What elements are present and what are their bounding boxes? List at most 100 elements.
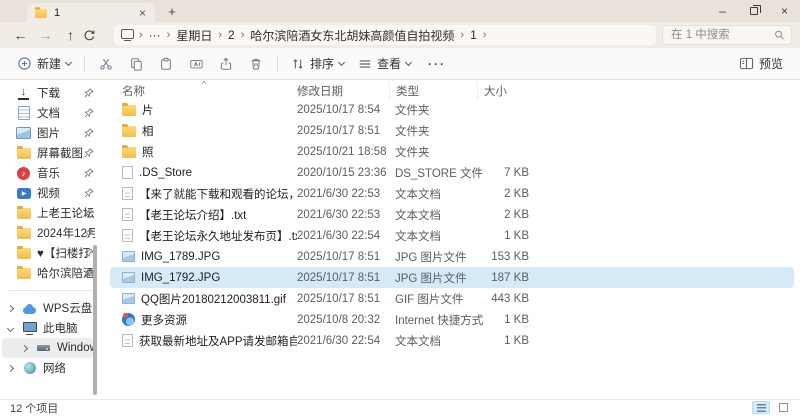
minimize-button[interactable]: – bbox=[707, 0, 738, 22]
restore-icon bbox=[750, 7, 758, 15]
file-name: 片 bbox=[142, 102, 154, 118]
more-options-button[interactable]: ··· bbox=[418, 57, 456, 71]
file-row[interactable]: 【老王论坛介绍】.txt2021/6/30 22:53文本文档2 KB bbox=[110, 204, 794, 225]
column-header-name[interactable]: 名称 bbox=[122, 83, 297, 99]
address-row: ← → ↑ ›···›星期日›2›哈尔滨陪酒女东北胡妹高颜值自拍视频›1› bbox=[0, 22, 800, 48]
pc-icon bbox=[22, 321, 37, 336]
preview-label: 预览 bbox=[759, 55, 783, 72]
image-icon bbox=[122, 293, 135, 304]
paste-icon bbox=[159, 57, 173, 71]
delete-button[interactable] bbox=[241, 57, 271, 71]
file-row[interactable]: 【老王论坛永久地址发布页】.txt2021/6/30 22:54文本文档1 KB bbox=[110, 225, 794, 246]
share-button[interactable] bbox=[211, 57, 241, 71]
file-size: 1 KB bbox=[483, 230, 539, 242]
preview-button[interactable]: 预览 bbox=[732, 55, 790, 72]
breadcrumb-separator-icon: › bbox=[239, 29, 247, 41]
sidebar-item-上老王论坛当[interactable]: 上老王论坛当 bbox=[0, 203, 110, 223]
paste-button[interactable] bbox=[151, 57, 181, 71]
back-button[interactable]: ← bbox=[8, 28, 33, 42]
sidebar-scrollbar[interactable] bbox=[93, 245, 97, 395]
list-header: ^ 名称 修改日期 类型 大小 bbox=[110, 82, 800, 99]
up-button[interactable]: ↑ bbox=[58, 28, 83, 42]
file-type: 文本文档 bbox=[395, 207, 483, 223]
file-name-cell: 更多资源 bbox=[122, 312, 297, 328]
breadcrumb-separator-icon: › bbox=[216, 29, 224, 41]
explorer-tab[interactable]: 1 × bbox=[27, 3, 155, 22]
breadcrumb-item[interactable]: 星期日 bbox=[172, 27, 216, 44]
chevron-right-icon[interactable] bbox=[21, 344, 28, 351]
file-row[interactable]: 更多资源2025/10/8 20:32Internet 快捷方式1 KB bbox=[110, 309, 794, 330]
folder-icon bbox=[17, 208, 31, 219]
file-size: 2 KB bbox=[483, 188, 539, 200]
file-size: 1 KB bbox=[483, 335, 539, 347]
content-area: 下载文档图片屏幕截图音乐视频上老王论坛当2024年12月,♥【扫楼打卡哈尔滨陪酒… bbox=[0, 80, 800, 399]
cut-button[interactable] bbox=[91, 57, 121, 71]
copy-icon bbox=[129, 57, 143, 71]
chevron-down-icon[interactable] bbox=[7, 324, 14, 331]
column-header-size[interactable]: 大小 bbox=[477, 83, 539, 99]
drive-icon bbox=[36, 341, 51, 356]
sidebar-item-图片[interactable]: 图片 bbox=[0, 123, 110, 143]
breadcrumb-item[interactable]: ··· bbox=[145, 28, 165, 42]
new-tab-button[interactable]: + bbox=[163, 4, 181, 19]
forward-button[interactable]: → bbox=[33, 28, 58, 42]
file-row[interactable]: IMG_1789.JPG2025/10/17 8:51JPG 图片文件153 K… bbox=[110, 246, 794, 267]
file-row[interactable]: QQ图片20180212003811.gif2025/10/17 8:51GIF… bbox=[110, 288, 794, 309]
sidebar-item-下载[interactable]: 下载 bbox=[0, 83, 110, 103]
tab-close-icon[interactable]: × bbox=[137, 7, 148, 19]
thumbnail-view-button[interactable] bbox=[774, 401, 792, 414]
breadcrumb: ›···›星期日›2›哈尔滨陪酒女东北胡妹高颜值自拍视频›1› bbox=[137, 27, 488, 44]
details-view-icon bbox=[757, 404, 766, 412]
file-row[interactable]: 相2025/10/17 8:51文件夹 bbox=[110, 120, 794, 141]
rename-button[interactable] bbox=[181, 57, 211, 71]
chevron-right-icon[interactable] bbox=[7, 364, 14, 371]
sidebar-item-音乐[interactable]: 音乐 bbox=[0, 163, 110, 183]
file-row[interactable]: .DS_Store2020/10/15 23:36DS_STORE 文件7 KB bbox=[110, 162, 794, 183]
file-row[interactable]: 片2025/10/17 8:54文件夹 bbox=[110, 99, 794, 120]
file-row[interactable]: 照2025/10/21 18:58文件夹 bbox=[110, 141, 794, 162]
folder-icon bbox=[122, 147, 136, 158]
sort-button[interactable]: 排序 bbox=[284, 55, 351, 72]
breadcrumb-item[interactable]: 哈尔滨陪酒女东北胡妹高颜值自拍视频 bbox=[246, 27, 458, 44]
file-row[interactable]: 【来了就能下载和观看的论坛，纯免费！】.txt2021/6/30 22:53文本… bbox=[110, 183, 794, 204]
search-icon bbox=[774, 29, 785, 41]
chevron-down-icon bbox=[338, 58, 345, 65]
cut-icon bbox=[99, 57, 113, 71]
file-date: 2025/10/17 8:51 bbox=[297, 125, 395, 137]
pin-icon bbox=[84, 228, 94, 238]
sidebar-item-2024年12月,[interactable]: 2024年12月, bbox=[0, 223, 110, 243]
sidebar-item-文档[interactable]: 文档 bbox=[0, 103, 110, 123]
delete-icon bbox=[249, 57, 263, 71]
search-input[interactable] bbox=[669, 28, 774, 42]
copy-button[interactable] bbox=[121, 57, 151, 71]
sidebar-item-Windows-SSD[interactable]: Windows-SSD bbox=[2, 338, 94, 358]
file-name-cell: IMG_1792.JPG bbox=[122, 272, 297, 284]
file-row[interactable]: 获取最新地址及APP请发邮箱自动获取.txt2021/6/30 22:54文本文… bbox=[110, 330, 794, 351]
column-header-type[interactable]: 类型 bbox=[389, 83, 483, 99]
view-button[interactable]: 查看 bbox=[351, 55, 418, 72]
folder-icon bbox=[35, 8, 47, 17]
restore-button[interactable] bbox=[738, 0, 769, 22]
preview-pane-icon bbox=[739, 57, 754, 70]
file-date: 2025/10/21 18:58 bbox=[297, 146, 395, 158]
breadcrumb-separator-icon: › bbox=[137, 29, 145, 41]
column-header-date[interactable]: 修改日期 bbox=[297, 83, 395, 99]
file-type: DS_STORE 文件 bbox=[395, 165, 483, 181]
details-view-button[interactable] bbox=[752, 401, 770, 414]
new-button[interactable]: 新建 bbox=[10, 55, 78, 72]
breadcrumb-item[interactable]: 2 bbox=[224, 28, 239, 42]
close-button[interactable]: × bbox=[769, 0, 800, 22]
link-icon bbox=[122, 313, 135, 326]
file-row[interactable]: IMG_1792.JPG2025/10/17 8:51JPG 图片文件187 K… bbox=[110, 267, 794, 288]
breadcrumb-item[interactable]: 1 bbox=[466, 28, 481, 42]
folder-icon bbox=[17, 248, 31, 259]
sort-label: 排序 bbox=[310, 55, 334, 72]
file-type: Internet 快捷方式 bbox=[395, 312, 483, 328]
thumbnail-view-icon bbox=[779, 403, 788, 412]
refresh-button[interactable] bbox=[83, 29, 108, 42]
sidebar-item-屏幕截图[interactable]: 屏幕截图 bbox=[0, 143, 110, 163]
sidebar-item-视频[interactable]: 视频 bbox=[0, 183, 110, 203]
address-bar[interactable]: ›···›星期日›2›哈尔滨陪酒女东北胡妹高颜值自拍视频›1› bbox=[114, 25, 656, 45]
file-type: 文件夹 bbox=[395, 123, 483, 139]
chevron-right-icon[interactable] bbox=[7, 304, 14, 311]
